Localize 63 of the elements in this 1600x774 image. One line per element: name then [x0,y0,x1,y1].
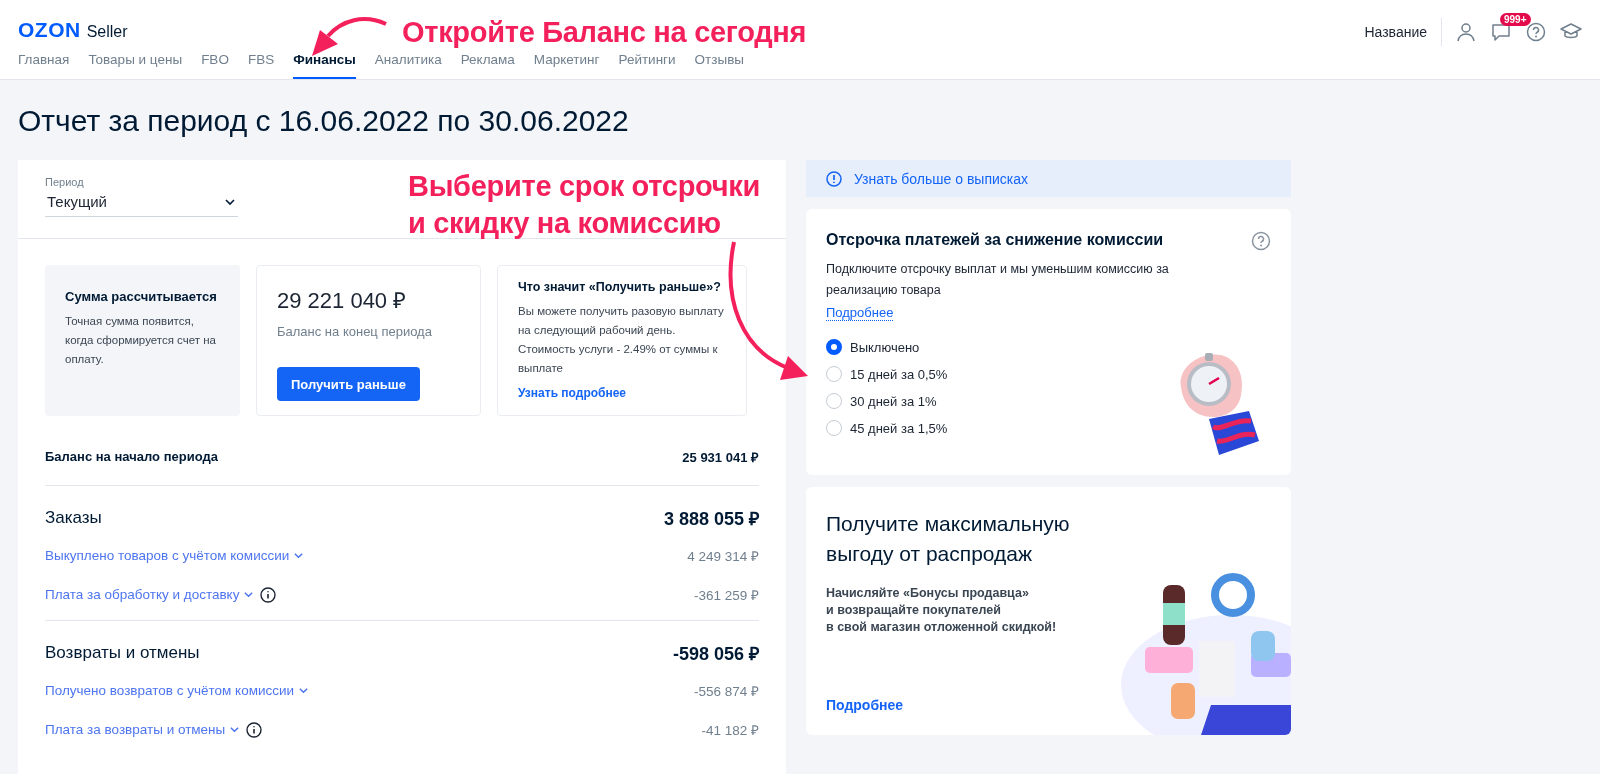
nav-tab[interactable]: Маркетинг [533,52,600,79]
balance-caption: Баланс на конец периода [277,324,433,339]
field-label: Период [45,176,85,188]
promo-text: Начисляйте «Бонусы продавца» и возвращайте покупателей в свой магазин отложенной скидкой! [826,585,1058,636]
user-icon[interactable] [1456,22,1476,42]
section-total: 3 888 055 ₽ [663,508,759,530]
row-value: -361 259 ₽ [693,586,759,604]
radio-option[interactable]: 45 дней за 1,5% [826,420,1271,436]
page-title: Отчет за период с 16.06.2022 по 30.06.2022 [18,103,630,139]
learn-more-link[interactable]: Узнать подробнее [518,386,732,400]
account-name[interactable]: Название [1364,18,1442,46]
annotation-text: Выберите срок отсрочки и скидку на комиссию [408,169,761,241]
radio-option[interactable]: Выключено [826,339,1271,355]
nav-tab[interactable]: Реклама [460,52,515,79]
chevron-down-icon [243,589,255,600]
nav-tab[interactable]: FBO [201,52,229,79]
row-value: -41 182 ₽ [701,721,759,739]
nav-tab[interactable]: Главная [18,52,70,79]
chevron-down-icon [229,724,241,735]
get-earlier-button[interactable]: Получить раньше [277,367,420,401]
nav-tab[interactable]: Аналитика [374,52,442,79]
more-link[interactable]: Подробнее [826,305,894,321]
logo-suffix: Seller [86,23,128,41]
radio-option[interactable]: 30 дней за 1% [826,393,1271,409]
row-label: Баланс на начало периода [45,449,218,464]
nav-tab[interactable]: Товары и цены [88,52,183,79]
expandable-link[interactable]: Выкуплено товаров с учётом комиссии [45,548,305,563]
section-total: -598 056 ₽ [672,643,759,665]
card-title: Отсрочка платежей за снижение комиссии [826,231,1164,249]
period-select[interactable]: Текущий [45,191,238,217]
chevron-down-icon [298,685,310,696]
alert-icon [826,170,842,187]
expandable-link[interactable]: Получено возвратов с учётом комиссии [45,683,310,698]
promo-title: Получите максимальную выгоду от распродаж [826,511,1071,567]
notification-badge: 999+ [1500,13,1531,26]
info-banner-link[interactable]: Узнать больше о выписках [806,160,1291,197]
expandable-link[interactable]: Плата за обработку и доставку [45,587,255,602]
radio-button[interactable] [826,339,842,355]
panel-title: Сумма рассчитывается [65,289,218,304]
info-icon[interactable] [246,721,263,738]
nav-tab[interactable]: Отзывы [694,52,745,79]
panel-title: Что значит «Получить раньше»? [518,280,722,294]
section-title: Возвраты и отмены [45,643,200,663]
radio-option[interactable]: 15 дней за 0,5% [826,366,1271,382]
logo[interactable]: OZON [18,18,81,42]
row-value: -556 874 ₽ [693,682,759,700]
help-icon[interactable] [1251,231,1271,251]
card-text: Подключите отсрочку выплат и мы уменьшим комиссию за реализацию товара [826,261,1170,299]
nav-tab[interactable]: FBS [247,52,275,79]
help-icon[interactable] [1526,22,1546,42]
chat-icon[interactable] [1490,22,1512,42]
row-value: 4 249 314 ₽ [687,547,759,565]
panel-text: Точная сумма появится, когда сформируется счет на оплату. [65,314,217,367]
panel-text: Вы можете получить разовую выплату на следующий рабочий день. Стоимость услуги - 2.49% от суммы к выплате [518,304,725,376]
nav-tab[interactable]: Рейтинги [618,52,676,79]
annotation-text: Откройте Баланс на сегодня [402,15,807,50]
row-value: 25 931 041 ₽ [682,448,759,466]
expandable-link[interactable]: Плата за возвраты и отмены [45,722,241,737]
info-icon[interactable] [260,586,277,603]
balance-amount: 29 221 040 ₽ [277,287,408,314]
promo-link[interactable]: Подробнее [826,697,904,713]
section-title: Заказы [45,508,102,528]
chevron-down-icon [293,550,305,561]
